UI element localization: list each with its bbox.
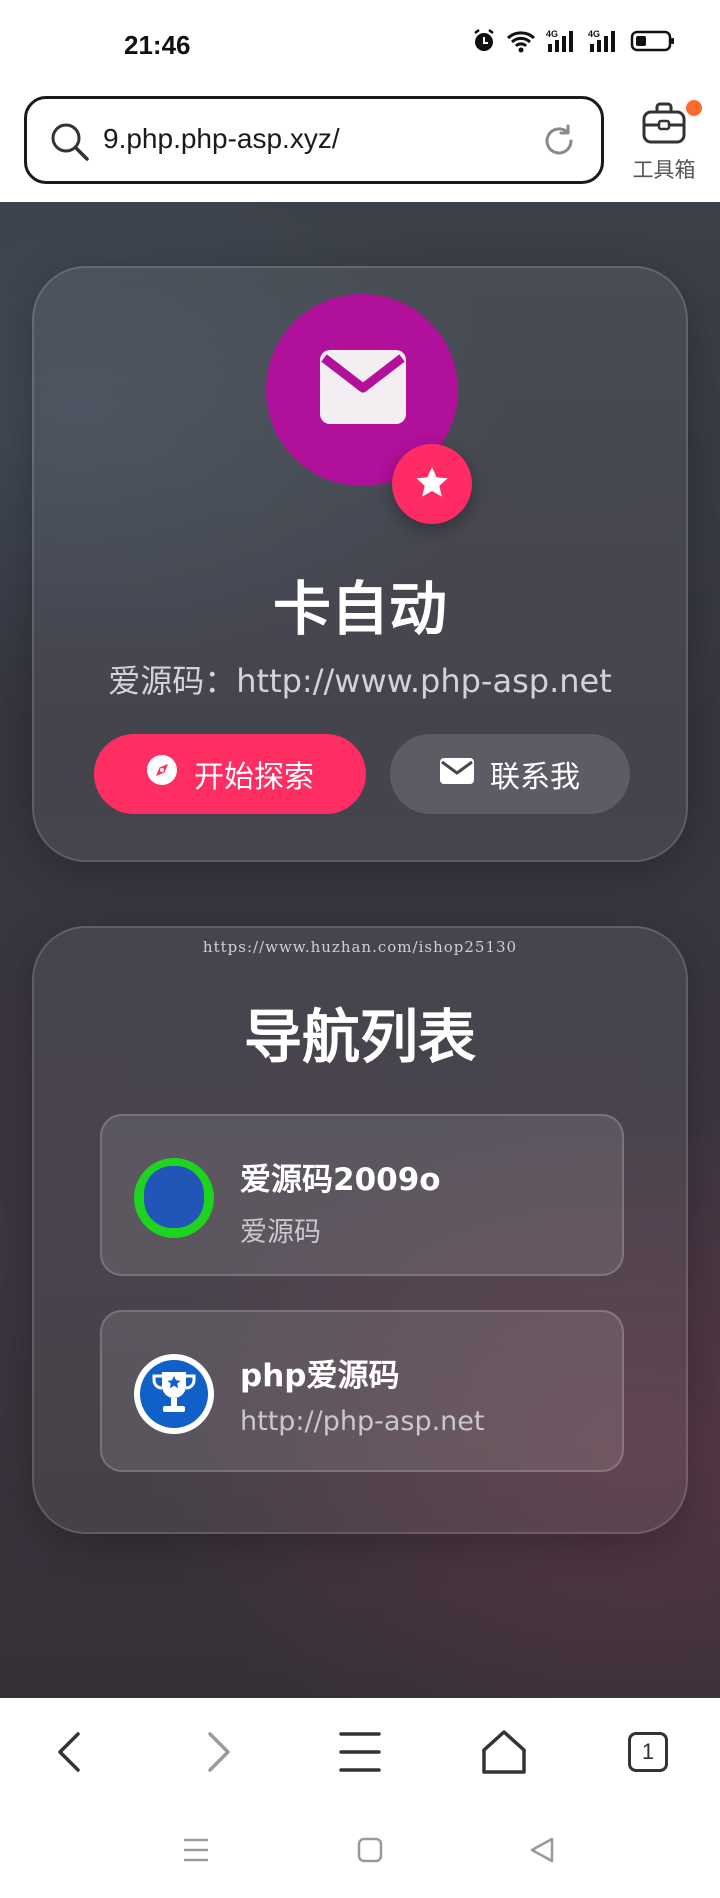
toolbox-label: 工具箱: [632, 158, 696, 182]
status-icons: 4G 4G: [472, 28, 676, 54]
menu-icon[interactable]: [330, 1722, 390, 1782]
profile-subtitle: 爱源码：http://www.php-asp.net: [108, 662, 612, 700]
nav-item-desc: 爱源码: [240, 1217, 321, 1248]
shield-icon: [134, 1158, 214, 1238]
recents-icon[interactable]: [176, 1830, 216, 1870]
explore-button[interactable]: 开始探索: [94, 734, 366, 814]
reload-icon[interactable]: [541, 123, 577, 163]
nav-item-desc: http://php-asp.net: [240, 1406, 485, 1437]
contact-button[interactable]: 联系我: [390, 734, 630, 814]
status-time: 21:46: [124, 30, 191, 60]
forward-icon[interactable]: [186, 1722, 246, 1782]
home-icon[interactable]: [474, 1722, 534, 1782]
browser-toolbar: 1: [0, 1698, 720, 1804]
signal-4g-icon: 4G: [546, 28, 578, 54]
system-nav-bar: [0, 1804, 720, 1898]
svg-text:4G: 4G: [588, 29, 600, 39]
home-icon[interactable]: [350, 1830, 390, 1870]
explore-label: 开始探索: [194, 760, 314, 795]
tabs-icon[interactable]: 1: [618, 1722, 678, 1782]
back-icon[interactable]: [522, 1830, 562, 1870]
wifi-icon: [506, 29, 536, 53]
nav-card: https://www.huzhan.com/ishop25130 导航列表 爱…: [32, 926, 688, 1534]
address-bar-row: 9.php.php-asp.xyz/ 工具箱: [0, 88, 720, 202]
signal-4g-icon: 4G: [588, 28, 620, 54]
trophy-icon: [134, 1354, 214, 1434]
profile-card: 卡自动 爱源码：http://www.php-asp.net 开始探索 联系我: [32, 266, 688, 862]
nav-item-name: 爱源码2009o: [240, 1162, 441, 1198]
tab-count: 1: [628, 1732, 668, 1772]
toolbox-icon: [640, 100, 702, 146]
nav-item-name: php爱源码: [240, 1358, 400, 1394]
search-icon: [49, 121, 91, 167]
status-bar: 21:46 4G 4G: [0, 0, 720, 88]
svg-text:4G: 4G: [546, 29, 558, 39]
nav-title: 导航列表: [243, 1003, 476, 1071]
back-icon[interactable]: [42, 1722, 102, 1782]
toolbox-button[interactable]: 工具箱: [624, 100, 704, 190]
notification-dot: [686, 100, 702, 116]
address-url[interactable]: 9.php.php-asp.xyz/: [103, 123, 340, 155]
star-badge: [392, 444, 472, 524]
star-icon: [416, 467, 448, 497]
envelope-icon: [320, 350, 406, 428]
page-content: 卡自动 爱源码：http://www.php-asp.net 开始探索 联系我 …: [0, 202, 720, 1698]
profile-title: 卡自动: [272, 575, 447, 643]
battery-icon: [630, 29, 676, 53]
compass-icon: [146, 754, 178, 794]
address-bar[interactable]: 9.php.php-asp.xyz/: [24, 96, 604, 184]
envelope-icon: [440, 757, 474, 792]
alarm-icon: [472, 28, 496, 54]
watermark-text: https://www.huzhan.com/ishop25130: [202, 938, 518, 956]
contact-label: 联系我: [490, 760, 580, 795]
nav-list-item[interactable]: 爱源码2009o 爱源码: [100, 1114, 624, 1276]
nav-list-item[interactable]: php爱源码 http://php-asp.net: [100, 1310, 624, 1472]
